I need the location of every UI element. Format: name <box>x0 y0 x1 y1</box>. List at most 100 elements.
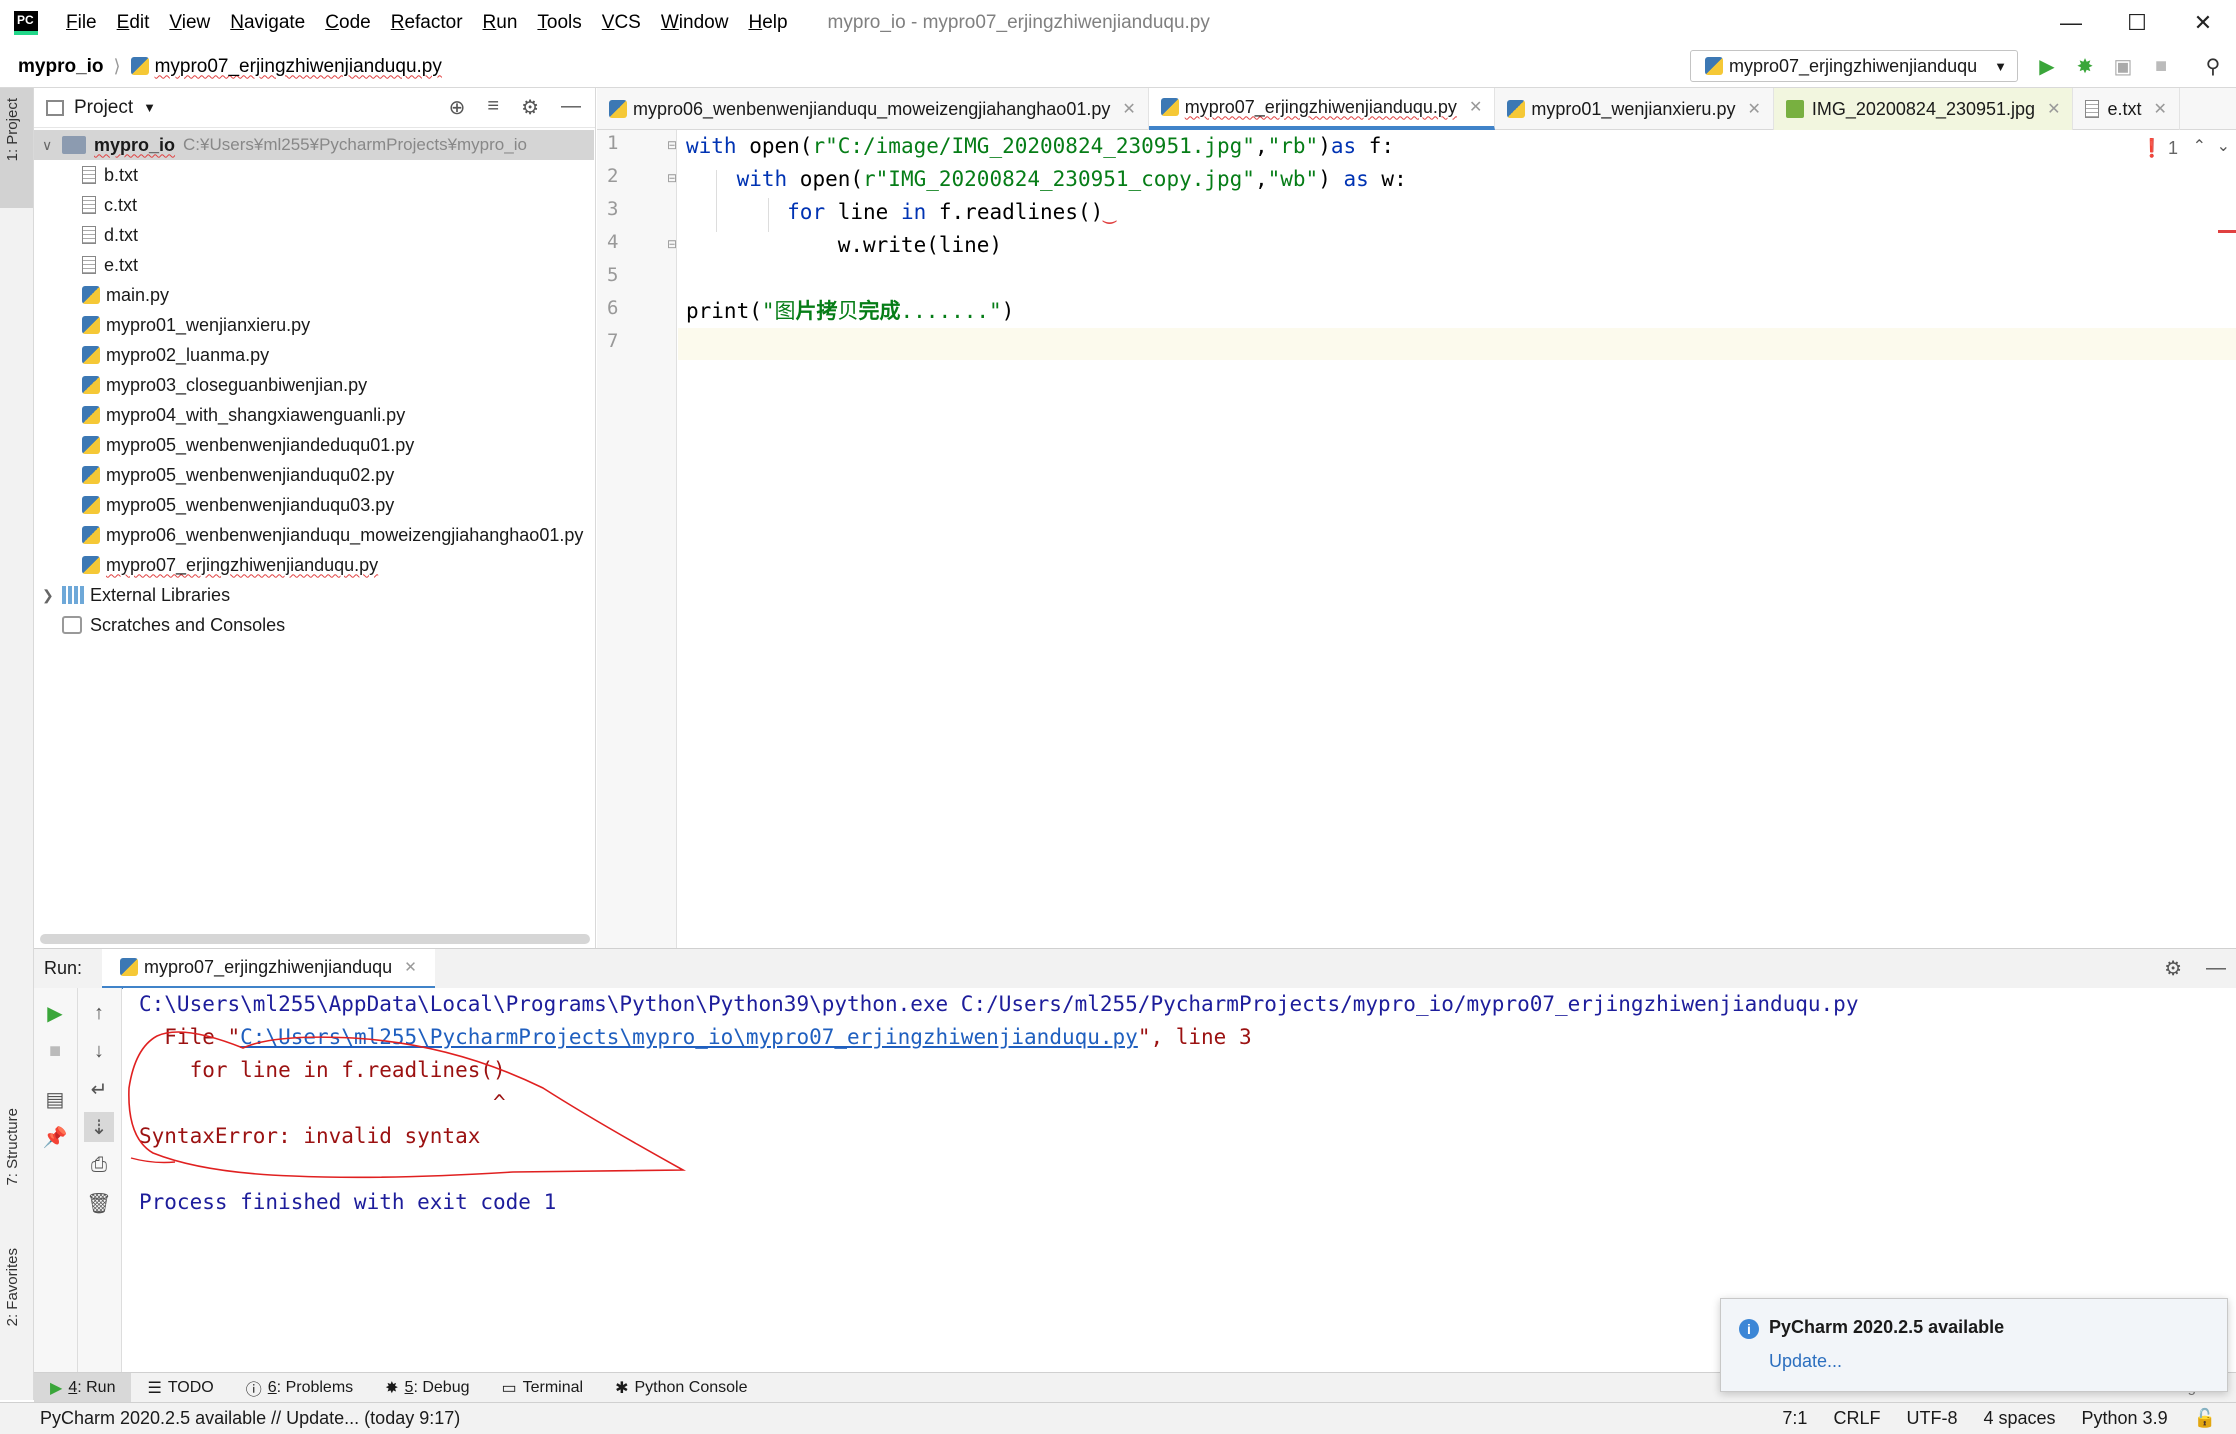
close-tab-icon[interactable]: ✕ <box>2153 99 2166 119</box>
line-separator[interactable]: CRLF <box>1833 1408 1880 1429</box>
stop-icon[interactable]: ■ <box>2147 52 2175 80</box>
python-interpreter[interactable]: Python 3.9 <box>2082 1408 2168 1429</box>
tool-python-console[interactable]: ✱ Python Console <box>599 1373 763 1403</box>
locate-icon[interactable]: ⊕ <box>449 95 466 120</box>
expand-arrow-icon[interactable]: ∨ <box>42 137 62 154</box>
arrow-up-icon[interactable]: ↑ <box>84 998 114 1028</box>
coverage-icon[interactable]: ▣ <box>2109 52 2137 80</box>
file-tree-item[interactable]: mypro07_erjingzhiwenjianduqu.py <box>34 550 594 580</box>
chevron-down-icon[interactable]: ⌄ <box>2217 136 2230 156</box>
lock-icon[interactable]: 🔓 <box>2194 1408 2216 1429</box>
menu-file[interactable]: File <box>56 0 107 46</box>
fold-icon[interactable]: ⊟ <box>667 171 677 185</box>
file-tree-item[interactable]: mypro04_with_shangxiawenguanli.py <box>34 400 594 430</box>
fold-icon[interactable]: ⊟ <box>667 237 677 251</box>
close-tab-icon[interactable]: ✕ <box>1747 99 1760 119</box>
project-view-label[interactable]: Project <box>74 97 133 119</box>
file-tree-item[interactable]: e.txt <box>34 250 594 280</box>
menu-refactor[interactable]: Refactor <box>381 0 473 46</box>
tool-todo[interactable]: ☰ TODO <box>131 1373 229 1403</box>
close-tab-icon[interactable]: ✕ <box>1122 99 1135 119</box>
status-message[interactable]: PyCharm 2020.2.5 available // Update... … <box>40 1408 460 1429</box>
close-tab-icon[interactable]: ✕ <box>404 958 417 976</box>
hide-icon[interactable]: — <box>561 95 581 120</box>
window-title: mypro_io - mypro07_erjingzhiwenjianduqu.… <box>827 12 1210 33</box>
menu-help[interactable]: Help <box>738 0 797 46</box>
menu-edit[interactable]: Edit <box>107 0 160 46</box>
menu-navigate[interactable]: Navigate <box>220 0 315 46</box>
fold-icon[interactable]: ⊟ <box>667 138 677 152</box>
maximize-button[interactable]: ☐ <box>2104 0 2170 46</box>
debug-icon[interactable]: ✸ <box>2071 52 2099 80</box>
tree-external-libraries[interactable]: ❯ External Libraries <box>34 580 594 610</box>
editor-tab-active[interactable]: mypro07_erjingzhiwenjianduqu.py ✕ <box>1148 88 1496 130</box>
file-tree-item[interactable]: mypro06_wenbenwenjianduqu_moweizengjiaha… <box>34 520 594 550</box>
file-tree-item[interactable]: mypro02_luanma.py <box>34 340 594 370</box>
run-tab[interactable]: mypro07_erjingzhiwenjianduqu ✕ <box>102 948 435 989</box>
gear-icon[interactable]: ⚙ <box>2164 956 2182 981</box>
indent-setting[interactable]: 4 spaces <box>1983 1408 2055 1429</box>
code-editor[interactable]: with open(r"C:/image/IMG_20200824_230951… <box>678 130 2236 948</box>
run-icon[interactable]: ▶ <box>2033 52 2061 80</box>
file-encoding[interactable]: UTF-8 <box>1906 1408 1957 1429</box>
tool-terminal[interactable]: ▭ Terminal <box>486 1373 600 1403</box>
chevron-up-icon[interactable]: ⌃ <box>2193 136 2206 156</box>
menu-run[interactable]: Run <box>473 0 528 46</box>
code-line-2: with open(r"IMG_20200824_230951_copy.jpg… <box>736 167 1407 191</box>
rerun-icon[interactable]: ▶ <box>40 998 70 1028</box>
file-tree-item[interactable]: mypro05_wenbenwenjiandeduqu01.py <box>34 430 594 460</box>
editor-tab[interactable]: mypro06_wenbenwenjianduqu_moweizengjiaha… <box>597 88 1149 130</box>
editor-tab[interactable]: e.txt ✕ <box>2073 88 2180 130</box>
menu-code[interactable]: Code <box>315 0 380 46</box>
error-stripe-mark[interactable] <box>2218 230 2236 233</box>
trash-icon[interactable]: 🗑 <box>84 1188 114 1218</box>
gear-icon[interactable]: ⚙ <box>521 95 539 120</box>
file-tree-item[interactable]: b.txt <box>34 160 594 190</box>
menu-view[interactable]: View <box>159 0 220 46</box>
stripe-tab-favorites[interactable]: 2: Favorites <box>4 1248 21 1326</box>
menu-window[interactable]: Window <box>651 0 739 46</box>
editor-tab[interactable]: mypro01_wenjianxieru.py ✕ <box>1495 88 1774 130</box>
arrow-down-icon[interactable]: ↓ <box>84 1036 114 1066</box>
error-indicator[interactable]: ❗ 1 <box>2141 138 2178 159</box>
menu-vcs[interactable]: VCS <box>592 0 651 46</box>
breadcrumb-project[interactable]: mypro_io <box>18 56 104 78</box>
tool-run[interactable]: ▶ 4: Run <box>34 1372 132 1403</box>
layout-icon[interactable]: ▤ <box>40 1084 70 1114</box>
pin-icon[interactable]: 📌 <box>40 1122 70 1152</box>
minimize-button[interactable]: — <box>2038 0 2104 46</box>
print-icon[interactable]: ⎙ <box>84 1150 114 1180</box>
tree-root-folder[interactable]: ∨ mypro_io C:¥Users¥ml255¥PycharmProject… <box>34 130 594 160</box>
caret-position[interactable]: 7:1 <box>1782 1408 1807 1429</box>
editor-tab[interactable]: IMG_20200824_230951.jpg ✕ <box>1773 88 2074 130</box>
file-tree-item[interactable]: mypro05_wenbenwenjianduqu02.py <box>34 460 594 490</box>
breadcrumb-file[interactable]: mypro07_erjingzhiwenjianduqu.py <box>130 56 442 78</box>
tool-problems[interactable]: ⓘ 6: Problems <box>230 1373 369 1403</box>
chevron-down-icon[interactable]: ▼ <box>143 100 156 115</box>
file-tree-item[interactable]: mypro01_wenjianxieru.py <box>34 310 594 340</box>
close-window-button[interactable]: ✕ <box>2170 0 2236 46</box>
close-tab-icon[interactable]: ✕ <box>1469 97 1482 117</box>
stop-icon[interactable]: ■ <box>40 1036 70 1066</box>
run-configuration-select[interactable]: mypro07_erjingzhiwenjianduqu ▼ <box>1690 50 2018 82</box>
stripe-tab-project[interactable]: 1: Project <box>0 88 33 208</box>
soft-wrap-icon[interactable]: ↵ <box>84 1074 114 1104</box>
menu-tools[interactable]: Tools <box>527 0 591 46</box>
search-icon[interactable]: ⚲ <box>2199 52 2227 80</box>
collapse-all-icon[interactable]: ≡ <box>487 95 499 120</box>
tree-scratches[interactable]: Scratches and Consoles <box>34 610 594 640</box>
file-tree-item[interactable]: mypro05_wenbenwenjianduqu03.py <box>34 490 594 520</box>
file-tree-item[interactable]: main.py <box>34 280 594 310</box>
file-tree-item[interactable]: mypro03_closeguanbiwenjian.py <box>34 370 594 400</box>
hide-icon[interactable]: — <box>2206 957 2226 980</box>
image-file-icon <box>1785 100 1804 118</box>
file-tree-item[interactable]: c.txt <box>34 190 594 220</box>
close-tab-icon[interactable]: ✕ <box>2047 99 2060 119</box>
stripe-tab-structure[interactable]: 7: Structure <box>4 1108 21 1186</box>
expand-arrow-icon[interactable]: ❯ <box>42 587 62 604</box>
tool-debug[interactable]: ✸ 5: Debug <box>369 1373 485 1403</box>
file-tree-item[interactable]: d.txt <box>34 220 594 250</box>
horizontal-scrollbar[interactable] <box>40 934 590 944</box>
update-link[interactable]: Update... <box>1769 1351 1842 1372</box>
scroll-to-end-icon[interactable]: ⇣ <box>84 1112 114 1142</box>
